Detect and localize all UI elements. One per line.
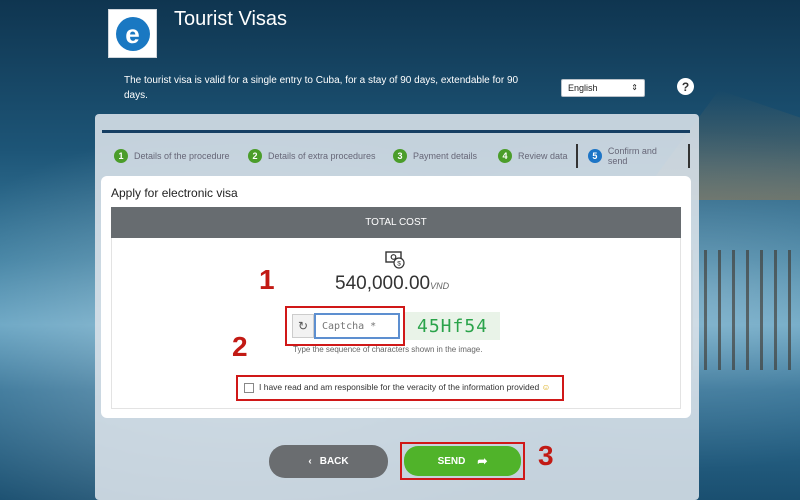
stepper: 1 Details of the procedure 2 Details of … (102, 144, 690, 168)
step-confirm-send[interactable]: 5 Confirm and send (576, 144, 690, 168)
step-number: 2 (248, 149, 262, 163)
back-chevron-icon: ‹ (308, 456, 312, 467)
captcha-input[interactable] (314, 313, 400, 339)
back-button[interactable]: ‹ BACK (269, 445, 388, 478)
language-value: English (568, 83, 598, 93)
language-select[interactable]: English ⇕ (561, 79, 645, 97)
total-amount: 540,000.00VND (335, 273, 449, 295)
send-label: SEND (437, 455, 466, 467)
step-label: Payment details (413, 151, 478, 161)
step-details-procedure[interactable]: 1 Details of the procedure (114, 144, 230, 168)
refresh-icon[interactable]: ↻ (292, 314, 314, 338)
help-icon[interactable]: ? (677, 78, 694, 95)
captcha-image: 45Hf54 (405, 312, 500, 340)
amount-currency: VND (430, 281, 450, 291)
logo[interactable]: e (108, 9, 157, 58)
step-label: Review data (518, 151, 568, 161)
step-label: Details of extra procedures (268, 151, 376, 161)
step-label: Details of the procedure (134, 151, 230, 161)
amount-value: 540,000.00 (335, 273, 431, 294)
back-label: BACK (319, 456, 349, 467)
step-number: 4 (498, 149, 512, 163)
visa-description: The tourist visa is valid for a single e… (124, 75, 519, 101)
agreement-label[interactable]: I have read and am responsible for the v… (259, 382, 550, 392)
step-label: Confirm and send (607, 146, 657, 166)
step-number: 5 (588, 149, 602, 163)
page-title: Tourist Visas (174, 8, 288, 30)
agreement-checkbox[interactable] (244, 383, 254, 393)
svg-text:$: $ (397, 261, 401, 268)
step-number: 1 (114, 149, 128, 163)
agreement-text: I have read and am responsible for the v… (259, 382, 540, 392)
send-button[interactable]: SEND ➦ (404, 446, 521, 476)
step-payment-details[interactable]: 3 Payment details (393, 144, 477, 168)
annotation-1: 1 (259, 264, 275, 295)
step-review-data[interactable]: 4 Review data (498, 144, 568, 168)
card-title: Apply for electronic visa (111, 186, 238, 200)
background-pier (690, 250, 800, 370)
annotation-3: 3 (538, 440, 554, 471)
annotation-2: 2 (232, 331, 248, 362)
select-arrows-icon: ⇕ (631, 83, 638, 92)
step-number: 3 (393, 149, 407, 163)
money-icon: $ (385, 251, 405, 269)
send-arrow-icon: ➦ (477, 454, 488, 468)
progress-line (102, 130, 690, 133)
smile-icon: ☺ (541, 382, 551, 392)
step-extra-procedures[interactable]: 2 Details of extra procedures (248, 144, 376, 168)
logo-icon: e (115, 16, 150, 51)
captcha-help-text: Type the sequence of characters shown in… (293, 345, 483, 354)
total-cost-header: TOTAL COST (111, 207, 681, 238)
